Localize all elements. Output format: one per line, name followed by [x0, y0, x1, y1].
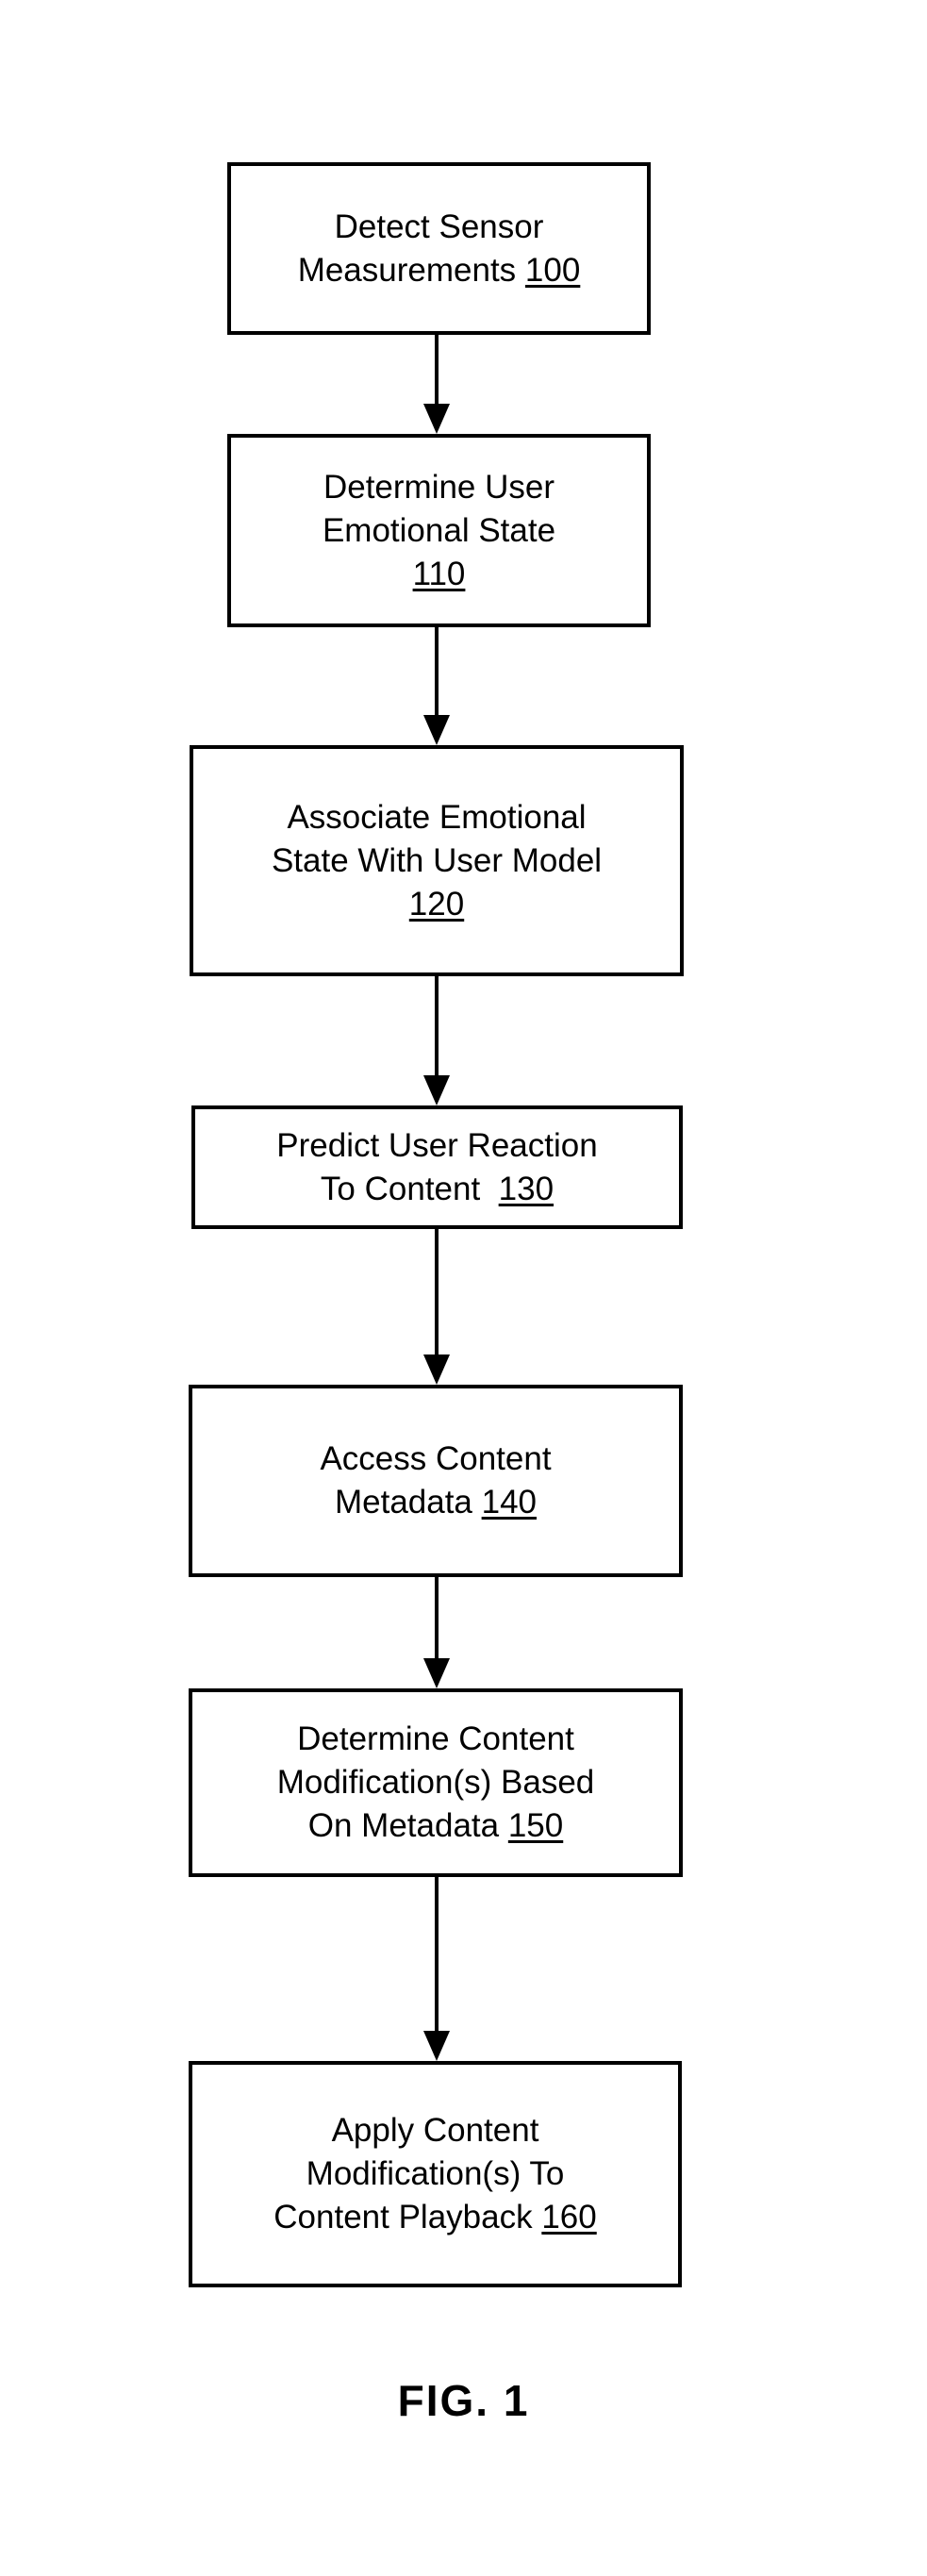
- figure-page: Detect Sensor Measurements 100 Determine …: [0, 0, 927, 2576]
- arrowhead-icon: [423, 1075, 450, 1105]
- connector-line: [435, 976, 439, 1080]
- reference-numeral-140: 140: [481, 1484, 538, 1521]
- flow-line-1: Apply Content: [331, 2112, 539, 2149]
- flow-line-2: To Content: [320, 1170, 499, 1207]
- flow-box-associate-emotional-state-with-user-model: Associate Emotional State With User Model…: [190, 745, 684, 976]
- figure-caption: FIG. 1: [397, 2376, 530, 2425]
- flow-box-predict-user-reaction-to-content: Predict User Reaction To Content 130: [191, 1105, 683, 1229]
- reference-numeral-160: 160: [541, 2199, 597, 2235]
- flow-line-2: Measurements: [297, 251, 525, 289]
- arrowhead-icon: [423, 404, 450, 434]
- flow-box-apply-content-modifications-to-playback: Apply Content Modification(s) To Content P…: [189, 2061, 682, 2287]
- flow-line-3: On Metadata: [307, 1807, 508, 1844]
- flow-box-text-110: Determine User Emotional State 110: [317, 466, 561, 596]
- flow-box-text-130: Predict User Reaction To Content 130: [271, 1124, 603, 1211]
- reference-numeral-110: 110: [412, 555, 466, 592]
- flow-line-2: Emotional State: [322, 511, 556, 549]
- flow-box-access-content-metadata: Access Content Metadata 140: [189, 1385, 683, 1577]
- connector-line: [435, 1229, 439, 1359]
- flow-box-text-140: Access Content Metadata 140: [314, 1438, 556, 1524]
- flow-line-1: Detect Sensor: [334, 208, 544, 245]
- arrowhead-icon: [423, 715, 450, 745]
- flow-box-text-160: Apply Content Modification(s) To Content P…: [268, 2109, 602, 2239]
- flow-line-3: Content Playback: [273, 2199, 542, 2235]
- reference-numeral-150: 150: [507, 1807, 564, 1844]
- flow-line-2: Metadata: [334, 1484, 482, 1521]
- flow-line-1: Determine Content: [297, 1720, 574, 1757]
- arrowhead-icon: [423, 1658, 450, 1688]
- flow-box-detect-sensor-measurements: Detect Sensor Measurements 100: [227, 162, 651, 335]
- flow-line-1: Determine User: [323, 468, 555, 506]
- arrowhead-icon: [423, 1354, 450, 1385]
- connector-line: [435, 627, 439, 720]
- flow-line-1: Associate Emotional: [287, 798, 587, 836]
- connector-line: [435, 1877, 439, 2036]
- flow-box-determine-user-emotional-state: Determine User Emotional State 110: [227, 434, 651, 627]
- flow-box-text-150: Determine Content Modification(s) Based On…: [272, 1718, 601, 1848]
- connector-line: [435, 1577, 439, 1663]
- reference-numeral-120: 120: [408, 885, 465, 922]
- flow-line-2: State With User Model: [271, 841, 603, 879]
- flow-line-1: Predict User Reaction: [276, 1126, 598, 1164]
- flow-line-2: Modification(s) Based: [276, 1764, 595, 1801]
- flow-box-text-100: Detect Sensor Measurements 100: [292, 206, 587, 292]
- arrowhead-icon: [423, 2031, 450, 2061]
- reference-numeral-100: 100: [524, 251, 581, 289]
- flow-box-determine-content-modifications: Determine Content Modification(s) Based On…: [189, 1688, 683, 1877]
- reference-numeral-130: 130: [498, 1170, 555, 1207]
- flow-box-text-120: Associate Emotional State With User Model…: [266, 796, 607, 926]
- flow-line-1: Access Content: [320, 1440, 552, 1477]
- flow-line-2: Modification(s) To: [306, 2155, 565, 2192]
- connector-line: [435, 335, 439, 408]
